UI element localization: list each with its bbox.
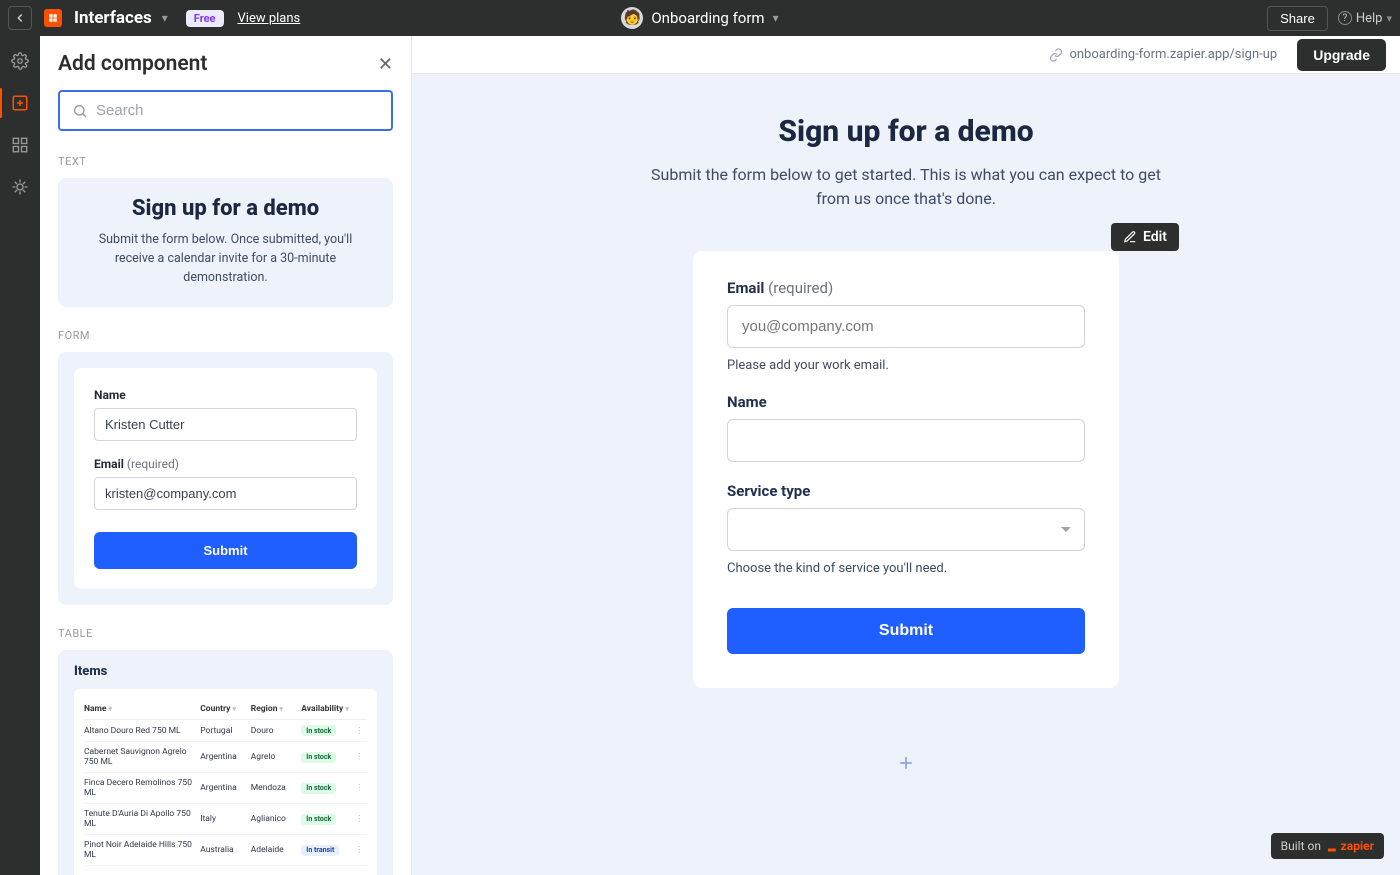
help-label: Help	[1356, 11, 1383, 26]
link-icon	[1049, 48, 1063, 62]
zapier-logo-icon	[44, 9, 62, 27]
group-label-text: TEXT	[58, 155, 393, 168]
search-input-wrap[interactable]	[58, 90, 393, 131]
mini-submit-button[interactable]: Submit	[94, 532, 357, 569]
plus-icon	[896, 753, 916, 773]
help-icon: ?	[1338, 11, 1352, 25]
app-title: Interfaces	[74, 8, 152, 28]
help-menu[interactable]: ? Help ▾	[1338, 11, 1392, 26]
canvas: onboarding-form.zapier.app/sign-up Upgra…	[412, 36, 1400, 875]
email-field[interactable]	[727, 305, 1085, 348]
email-label: Email (required)	[727, 279, 1085, 297]
name-label: Name	[727, 393, 1085, 411]
mini-name-label: Name	[94, 388, 357, 402]
table-row: Tenute D'Auria Di Apollo 750 MLItalyAgli…	[84, 804, 367, 835]
component-table[interactable]: Items Name▾ Country▾ Region▾ Availabilit…	[58, 650, 393, 875]
component-sidebar: Add component ✕ TEXT Sign up for a demo …	[40, 36, 412, 875]
group-label-form: FORM	[58, 329, 393, 342]
view-plans-link[interactable]: View plans	[238, 11, 301, 26]
left-rail	[0, 36, 40, 875]
group-label-table: TABLE	[58, 627, 393, 640]
chevron-down-icon[interactable]: ▾	[162, 11, 168, 25]
table-card-title: Items	[74, 664, 377, 679]
arrow-left-icon	[13, 11, 27, 25]
rail-settings-icon[interactable]	[9, 50, 31, 72]
published-url[interactable]: onboarding-form.zapier.app/sign-up	[1049, 47, 1277, 62]
service-select[interactable]	[727, 508, 1085, 551]
service-label: Service type	[727, 482, 1085, 500]
submit-button[interactable]: Submit	[727, 608, 1085, 654]
hero-title: Sign up for a demo	[646, 114, 1166, 149]
share-button[interactable]: Share	[1267, 6, 1328, 31]
service-help: Choose the kind of service you'll need.	[727, 561, 1085, 576]
page-title[interactable]: Onboarding form	[651, 9, 764, 27]
back-button[interactable]	[8, 6, 32, 30]
rail-grid-icon[interactable]	[9, 134, 31, 156]
rail-add-icon[interactable]	[9, 92, 31, 114]
close-icon[interactable]: ✕	[378, 54, 393, 75]
search-input[interactable]	[96, 102, 379, 119]
add-section-button[interactable]	[891, 748, 921, 778]
text-card-heading: Sign up for a demo	[78, 196, 373, 221]
name-field[interactable]	[727, 419, 1085, 462]
mini-email-input[interactable]	[94, 477, 357, 510]
text-card-body: Submit the form below. Once submitted, y…	[78, 231, 373, 287]
table-row: Altano Douro Red 750 MLPortugalDouroIn s…	[84, 720, 367, 742]
table-row: Pinot Noir Adelaide Hills 750 MLAustrali…	[84, 835, 367, 866]
email-help: Please add your work email.	[727, 358, 1085, 373]
sidebar-title: Add component	[58, 52, 207, 76]
chevron-down-icon: ▾	[1386, 12, 1392, 25]
mini-email-label: Email (required)	[94, 457, 357, 471]
avatar: 🧑	[621, 7, 643, 29]
search-icon	[72, 103, 88, 119]
edit-button[interactable]: Edit	[1111, 223, 1179, 251]
free-badge: Free	[186, 10, 224, 27]
built-on-badge[interactable]: Built on ▂ zapier	[1271, 833, 1384, 859]
pencil-icon	[1123, 230, 1137, 244]
mini-name-input[interactable]	[94, 408, 357, 441]
tiny-table: Name▾ Country▾ Region▾ Availability▾ Alt…	[74, 689, 377, 875]
hero-block[interactable]: Sign up for a demo Submit the form below…	[646, 114, 1166, 211]
component-text[interactable]: Sign up for a demo Submit the form below…	[58, 178, 393, 307]
component-form[interactable]: Name Email (required) Submit	[58, 352, 393, 605]
form-block[interactable]: Email (required) Please add your work em…	[693, 251, 1119, 688]
chevron-down-icon[interactable]: ▾	[773, 11, 779, 25]
rail-debug-icon[interactable]	[9, 176, 31, 198]
zapier-underscore-icon: ▂	[1328, 841, 1336, 852]
table-row: Cabernet Sauvignon Agrelo 750 MLArgentin…	[84, 742, 367, 773]
hero-subtitle: Submit the form below to get started. Th…	[646, 163, 1166, 211]
table-row: Finca Decero Remolinos 750 MLArgentinaMe…	[84, 773, 367, 804]
upgrade-button[interactable]: Upgrade	[1297, 39, 1386, 71]
